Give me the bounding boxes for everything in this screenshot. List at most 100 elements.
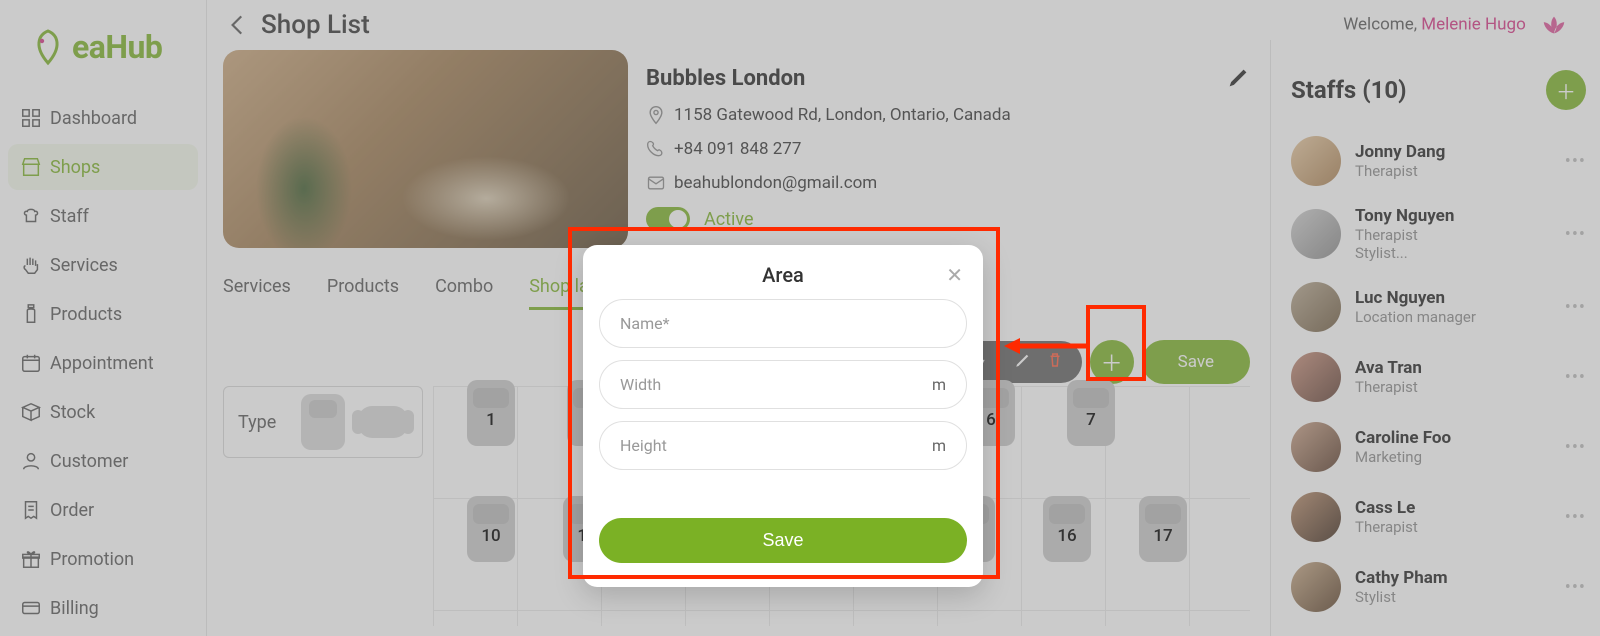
staff-name: Caroline Foo: [1355, 428, 1451, 448]
sidebar-item-order[interactable]: Order: [8, 487, 198, 533]
sidebar-item-label: Appointment: [50, 353, 154, 374]
welcome-prefix: Welcome,: [1343, 14, 1421, 34]
hand-icon: [20, 254, 42, 276]
more-icon[interactable]: •••: [1565, 151, 1586, 172]
staff-item[interactable]: Cathy PhamStylist •••: [1291, 552, 1586, 622]
grid-icon: [20, 107, 42, 129]
pin-icon: [646, 105, 666, 125]
staff-name: Ava Tran: [1355, 358, 1422, 378]
staff-name: Cathy Pham: [1355, 568, 1448, 588]
more-icon[interactable]: •••: [1565, 507, 1586, 528]
staff-item[interactable]: Luc NguyenLocation manager •••: [1291, 272, 1586, 342]
type-selector[interactable]: Type: [223, 386, 423, 458]
staff-item[interactable]: Cass LeTherapist•••: [1291, 482, 1586, 552]
shop-name: Bubbles London: [646, 66, 805, 91]
sidebar-item-dashboard[interactable]: Dashboard: [8, 95, 198, 141]
seat-type-2-icon[interactable]: [358, 406, 408, 438]
name-field[interactable]: Name*: [599, 299, 967, 348]
chair-7[interactable]: 7: [1061, 380, 1121, 444]
welcome: Welcome, Melenie Hugo: [1343, 11, 1568, 39]
add-staff-button[interactable]: ＋: [1546, 70, 1586, 110]
height-placeholder: Height: [620, 436, 667, 455]
name-placeholder: Name*: [620, 314, 670, 333]
sidebar-item-staff[interactable]: Staff: [8, 193, 198, 239]
avatar: [1291, 422, 1341, 472]
save-layout-button[interactable]: Save: [1142, 340, 1250, 384]
add-area-button[interactable]: ＋: [1090, 340, 1134, 384]
sidebar-item-label: Order: [50, 500, 94, 521]
more-icon[interactable]: •••: [1565, 577, 1586, 598]
chair-17[interactable]: 17: [1133, 496, 1193, 560]
sidebar: eaHub DashboardShops Staff Services Product…: [0, 0, 207, 636]
logo-icon: [28, 27, 68, 67]
modal-title: Area: [762, 263, 804, 287]
area-modal: Area ✕ Name* Width m Height m Save: [583, 245, 983, 587]
avatar: [1291, 492, 1341, 542]
sidebar-item-label: Products: [50, 304, 122, 325]
staff-role: Therapist: [1355, 162, 1445, 180]
staff-role: Therapist: [1355, 518, 1418, 536]
logo-text: eaHub: [72, 28, 162, 66]
box-icon: [20, 401, 42, 423]
more-icon[interactable]: •••: [1565, 437, 1586, 458]
avatar: [1291, 562, 1341, 612]
staff-item[interactable]: Caroline FooMarketing •••: [1291, 412, 1586, 482]
width-placeholder: Width: [620, 375, 661, 394]
avatar: [1291, 136, 1341, 186]
user-icon: [20, 450, 42, 472]
sidebar-item-promotion[interactable]: Promotion: [8, 536, 198, 582]
tab-services[interactable]: Services: [223, 276, 291, 310]
gift-icon: [20, 548, 42, 570]
chair-16[interactable]: 16: [1037, 496, 1097, 560]
sidebar-item-products[interactable]: Products: [8, 291, 198, 337]
seat-type-1-icon[interactable]: [301, 394, 345, 450]
sidebar-item-billing[interactable]: Billing: [8, 585, 198, 631]
sidebar-item-stock[interactable]: Stock: [8, 389, 198, 435]
more-icon[interactable]: •••: [1565, 224, 1586, 245]
more-icon[interactable]: •••: [1565, 297, 1586, 318]
store-icon: [20, 156, 42, 178]
active-toggle[interactable]: [646, 207, 690, 231]
avatar: [1291, 209, 1341, 259]
staff-name: Jonny Dang: [1355, 142, 1445, 162]
height-field[interactable]: Height m: [599, 421, 967, 470]
sidebar-item-shops[interactable]: Shops: [8, 144, 198, 190]
edit-icon[interactable]: [1228, 66, 1250, 88]
shop-phone: +84 091 848 277: [674, 139, 801, 159]
staff-role: Stylist: [1355, 588, 1448, 606]
more-icon[interactable]: •••: [1565, 367, 1586, 388]
staff-item[interactable]: Jonny DangTherapist •••: [1291, 126, 1586, 196]
staff-role: Therapist: [1355, 378, 1422, 396]
chair-1[interactable]: 1: [461, 380, 521, 444]
width-unit: m: [932, 375, 946, 394]
sidebar-item-label: Staff: [50, 206, 89, 227]
staff-role: Marketing: [1355, 448, 1451, 466]
modal-save-button[interactable]: Save: [599, 518, 967, 563]
avatar: [1291, 352, 1341, 402]
chair-10[interactable]: 10: [461, 496, 521, 560]
staff-item[interactable]: Ava TranTherapist •••: [1291, 342, 1586, 412]
shop-photo: [223, 50, 628, 248]
logo: eaHub: [0, 0, 206, 72]
sidebar-item-label: Customer: [50, 451, 128, 472]
sidebar-item-appointment[interactable]: Appointment: [8, 340, 198, 386]
back-icon[interactable]: [225, 12, 251, 38]
chef-icon: [20, 205, 42, 227]
active-label: Active: [704, 209, 754, 230]
tab-combo[interactable]: Combo: [435, 276, 493, 310]
sidebar-item-customer[interactable]: Customer: [8, 438, 198, 484]
staff-role: Location manager: [1355, 308, 1476, 326]
sidebar-item-services[interactable]: Services: [8, 242, 198, 288]
delete-area-icon[interactable]: [1046, 351, 1064, 373]
staff-name: Luc Nguyen: [1355, 288, 1476, 308]
edit-area-icon[interactable]: [1014, 351, 1032, 373]
close-icon[interactable]: ✕: [946, 263, 963, 287]
staffs-panel: Staffs (10) ＋ Jonny DangTherapist•••Tony…: [1270, 40, 1600, 636]
width-field[interactable]: Width m: [599, 360, 967, 409]
phone-icon: [646, 139, 666, 159]
type-label: Type: [238, 412, 276, 433]
staff-item[interactable]: Tony NguyenTherapistStylist...•••: [1291, 196, 1586, 272]
shop-email: beahublondon@gmail.com: [674, 173, 877, 193]
staffs-title: Staffs (10): [1291, 76, 1407, 104]
tab-products[interactable]: Products: [327, 276, 399, 310]
